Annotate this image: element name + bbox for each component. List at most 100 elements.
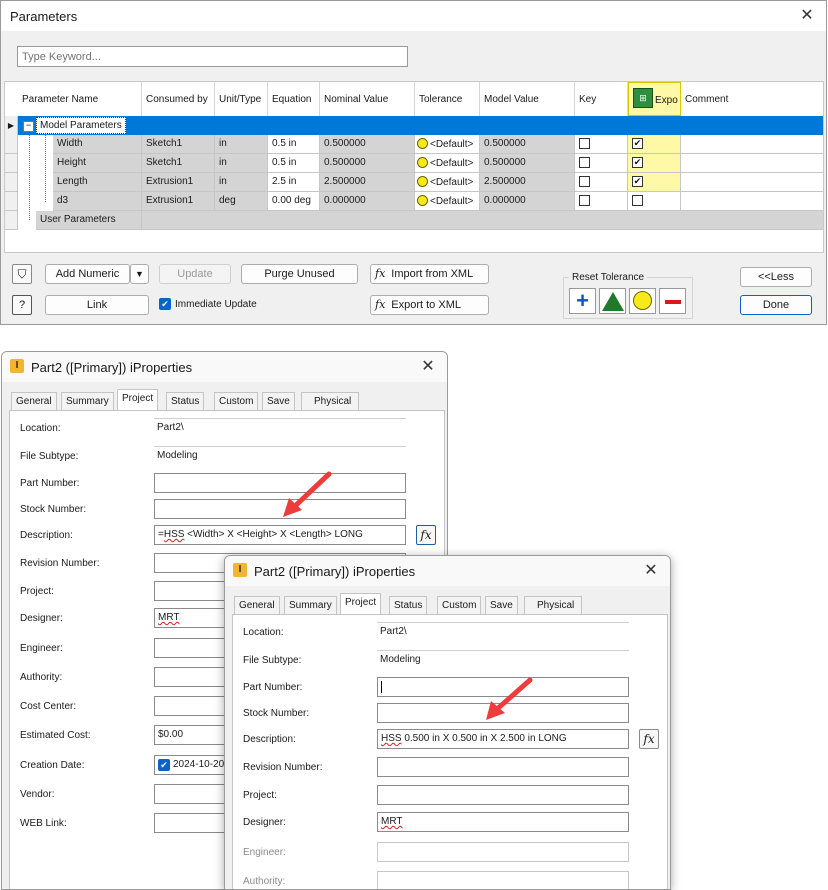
export-checkbox[interactable]: ✔ bbox=[632, 176, 643, 187]
equation-cell[interactable]: 0.5 in bbox=[268, 135, 320, 154]
tab-project[interactable]: Project bbox=[117, 389, 159, 411]
table-row[interactable]: Length Extrusion1 in 2.5 in 2.500000 <De… bbox=[5, 173, 823, 192]
tab-physical[interactable]: Physical bbox=[524, 596, 582, 614]
tab-save[interactable]: Save bbox=[485, 596, 518, 614]
fx-button[interactable]: fx bbox=[639, 729, 659, 749]
project-label: Project: bbox=[20, 586, 54, 597]
tolerance-cell[interactable]: <Default> bbox=[415, 154, 480, 173]
creation-date-checkbox[interactable]: ✔ bbox=[158, 759, 170, 771]
close-icon[interactable]: ✕ bbox=[417, 356, 439, 378]
help-icon[interactable]: ? bbox=[12, 295, 32, 315]
consumed-by-cell: Extrusion1 bbox=[142, 192, 215, 211]
row-header bbox=[5, 173, 18, 192]
tab-project[interactable]: Project bbox=[340, 593, 382, 615]
table-row[interactable]: Height Sketch1 in 0.5 in 0.500000 <Defau… bbox=[5, 154, 823, 173]
param-name-cell[interactable]: Length bbox=[53, 173, 142, 192]
fx-button[interactable]: fx bbox=[416, 525, 436, 545]
column-header-model-value[interactable]: Model Value bbox=[480, 82, 575, 116]
user-parameters-row[interactable]: User Parameters bbox=[5, 211, 823, 230]
equation-cell[interactable]: 0.00 deg bbox=[268, 192, 320, 211]
tolerance-cell[interactable]: <Default> bbox=[415, 192, 480, 211]
comment-cell[interactable] bbox=[681, 173, 823, 192]
column-header-key[interactable]: Key bbox=[575, 82, 628, 116]
collapse-icon[interactable]: − bbox=[23, 121, 34, 132]
done-button[interactable]: Done bbox=[740, 295, 812, 315]
purge-unused-button[interactable]: Purge Unused bbox=[241, 264, 358, 284]
comment-cell[interactable] bbox=[681, 154, 823, 173]
tab-general[interactable]: General bbox=[11, 392, 57, 410]
column-header-unit-type[interactable]: Unit/Type bbox=[215, 82, 268, 116]
key-checkbox[interactable] bbox=[579, 157, 590, 168]
export-checkbox[interactable]: ✔ bbox=[632, 138, 643, 149]
tolerance-cell[interactable]: <Default> bbox=[415, 135, 480, 154]
comment-cell[interactable] bbox=[681, 135, 823, 154]
update-button[interactable]: Update bbox=[159, 264, 231, 284]
revision-number-field[interactable] bbox=[377, 757, 629, 777]
model-value-cell: 0.500000 bbox=[480, 135, 575, 154]
tolerance-dot-icon bbox=[417, 176, 428, 187]
tab-custom[interactable]: Custom bbox=[437, 596, 482, 614]
table-row[interactable]: Width Sketch1 in 0.5 in 0.500000 <Defaul… bbox=[5, 135, 823, 154]
description-label: Description: bbox=[243, 734, 296, 745]
export-header-label: Expo bbox=[655, 95, 678, 106]
less-button[interactable]: <<Less bbox=[740, 267, 812, 287]
add-numeric-button[interactable]: Add Numeric bbox=[45, 264, 130, 284]
import-from-xml-button[interactable]: fx Import from XML bbox=[370, 264, 489, 284]
column-header-comment[interactable]: Comment bbox=[681, 82, 823, 116]
add-numeric-dropdown[interactable]: ▼ bbox=[130, 264, 149, 284]
export-to-xml-button[interactable]: fx Export to XML bbox=[370, 295, 489, 315]
tab-status[interactable]: Status bbox=[166, 392, 205, 410]
project-label: Project: bbox=[243, 790, 277, 801]
location-value: Part2\ bbox=[154, 418, 406, 436]
column-header-consumed-by[interactable]: Consumed by bbox=[142, 82, 215, 116]
lower-tolerance-button[interactable] bbox=[659, 288, 686, 314]
equation-cell[interactable]: 2.5 in bbox=[268, 173, 320, 192]
param-name-cell[interactable]: Width bbox=[53, 135, 142, 154]
tab-physical[interactable]: Physical bbox=[301, 392, 359, 410]
column-header-nominal-value[interactable]: Nominal Value bbox=[320, 82, 415, 116]
column-header-parameter-name[interactable]: Parameter Name bbox=[18, 82, 142, 116]
project-field[interactable] bbox=[377, 785, 629, 805]
tab-general[interactable]: General bbox=[234, 596, 280, 614]
tolerance-cell[interactable]: <Default> bbox=[415, 173, 480, 192]
comment-cell[interactable] bbox=[681, 192, 823, 211]
model-value-cell: 2.500000 bbox=[480, 173, 575, 192]
export-checkbox[interactable] bbox=[632, 195, 643, 206]
nominal-cell: 0.500000 bbox=[320, 135, 415, 154]
param-name-cell[interactable]: Height bbox=[53, 154, 142, 173]
link-button[interactable]: Link bbox=[45, 295, 149, 315]
tab-status[interactable]: Status bbox=[389, 596, 428, 614]
filter-icon[interactable]: ⛉ bbox=[12, 264, 32, 284]
mean-tolerance-button[interactable] bbox=[599, 288, 626, 314]
user-parameters-label[interactable]: User Parameters bbox=[36, 211, 142, 230]
close-icon[interactable]: ✕ bbox=[640, 560, 662, 582]
engineer-field[interactable] bbox=[377, 842, 629, 862]
tab-summary[interactable]: Summary bbox=[61, 392, 114, 410]
consumed-by-cell: Extrusion1 bbox=[142, 173, 215, 192]
description-evaluated: 0.500 in X 0.500 in X 2.500 in LONG bbox=[401, 733, 567, 744]
authority-field[interactable] bbox=[377, 871, 629, 889]
export-checkbox[interactable]: ✔ bbox=[632, 157, 643, 168]
tab-custom[interactable]: Custom bbox=[214, 392, 259, 410]
nominal-tolerance-button[interactable] bbox=[629, 288, 656, 314]
upper-tolerance-button[interactable]: + bbox=[569, 288, 596, 314]
tab-summary[interactable]: Summary bbox=[284, 596, 337, 614]
fx-icon: fx bbox=[375, 267, 386, 280]
tab-save[interactable]: Save bbox=[262, 392, 295, 410]
equation-cell[interactable]: 0.5 in bbox=[268, 154, 320, 173]
immediate-update-checkbox[interactable]: ✔ bbox=[159, 298, 171, 310]
description-field[interactable]: HSS 0.500 in X 0.500 in X 2.500 in LONG bbox=[377, 729, 629, 749]
close-icon[interactable]: ✕ bbox=[796, 5, 818, 27]
key-checkbox[interactable] bbox=[579, 138, 590, 149]
model-parameters-row[interactable]: ▶ − Model Parameters bbox=[5, 116, 823, 135]
designer-field[interactable]: MRT bbox=[377, 812, 629, 832]
description-field[interactable]: =HSS <Width> X <Height> X <Length> LONG bbox=[154, 525, 406, 545]
key-checkbox[interactable] bbox=[579, 195, 590, 206]
table-row[interactable]: d3 Extrusion1 deg 0.00 deg 0.000000 <Def… bbox=[5, 192, 823, 211]
column-header-tolerance[interactable]: Tolerance bbox=[415, 82, 480, 116]
column-header-equation[interactable]: Equation bbox=[268, 82, 320, 116]
keyword-search-input[interactable] bbox=[17, 46, 408, 67]
param-name-cell[interactable]: d3 bbox=[53, 192, 142, 211]
column-header-export[interactable]: ⊞ Expo bbox=[628, 82, 681, 116]
key-checkbox[interactable] bbox=[579, 176, 590, 187]
